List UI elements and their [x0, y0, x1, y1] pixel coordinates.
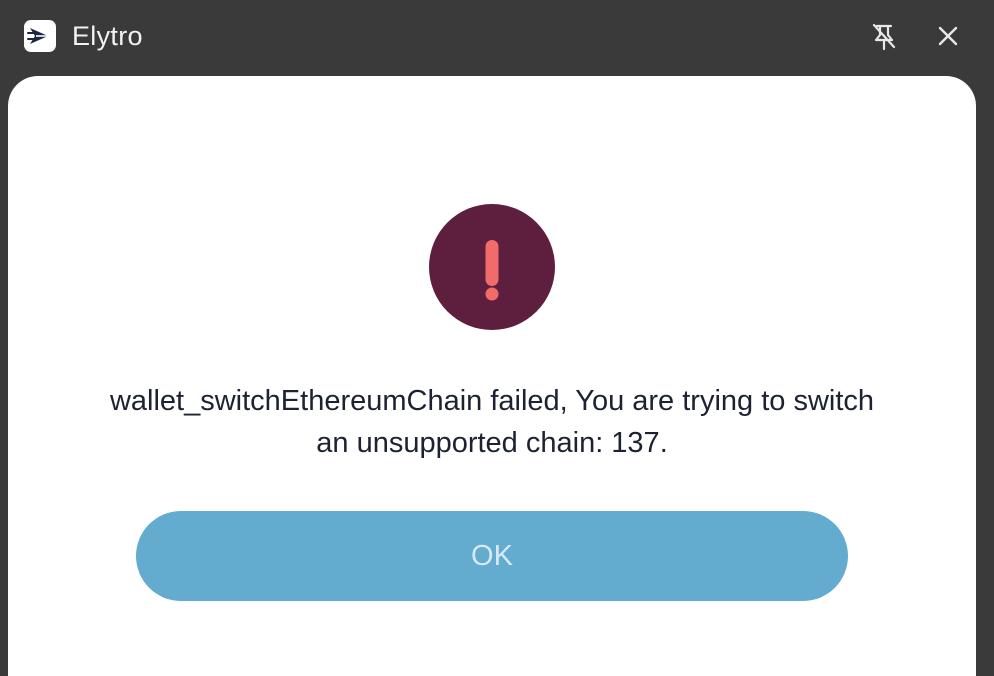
- window-titlebar: Elytro: [0, 0, 994, 76]
- ok-button[interactable]: OK: [136, 511, 848, 601]
- dialog-panel: wallet_switchEthereumChain failed, You a…: [8, 76, 976, 676]
- window-title: Elytro: [72, 21, 143, 51]
- close-button[interactable]: [930, 18, 966, 54]
- close-icon: [938, 26, 958, 46]
- error-message: wallet_switchEthereumChain failed, You a…: [109, 385, 875, 459]
- exclamation-icon: [429, 204, 555, 330]
- pin-off-icon: [872, 23, 896, 51]
- elytro-logo-icon: [24, 20, 56, 52]
- pin-off-button[interactable]: [866, 18, 902, 54]
